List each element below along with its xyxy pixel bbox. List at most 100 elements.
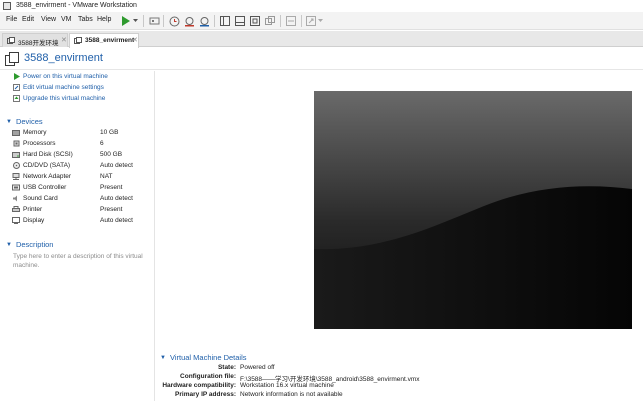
- device-value: Present: [100, 184, 123, 191]
- device-row-sound-card[interactable]: Sound Card Auto detect: [12, 193, 152, 204]
- vm-icon: [5, 52, 19, 66]
- upgrade-icon: [13, 95, 20, 102]
- device-name: Display: [23, 217, 45, 224]
- tab-label: 3588_envirment: [85, 37, 135, 44]
- device-row-memory[interactable]: Memory 10 GB: [12, 127, 152, 138]
- menu-vm[interactable]: VM: [61, 16, 72, 23]
- edit-settings-action-link[interactable]: Edit virtual machine settings: [13, 84, 104, 91]
- detail-row-primary-ip: Primary IP address: Network information …: [0, 391, 643, 400]
- close-icon[interactable]: ✕: [132, 36, 138, 44]
- hard-disk-icon: [12, 151, 20, 158]
- close-icon[interactable]: ✕: [61, 36, 67, 44]
- detail-row-state: State: Powered off: [0, 364, 643, 373]
- cd-dvd-icon: [12, 162, 20, 169]
- sound-card-icon: [12, 195, 20, 202]
- menu-toolbar-bar: File Edit View VM Tabs Help: [0, 12, 643, 30]
- network-adapter-icon: [12, 173, 20, 180]
- device-value: Present: [100, 206, 123, 213]
- vm-screen-thumbnail[interactable]: [314, 91, 632, 329]
- vmware-app-icon: [3, 2, 11, 10]
- device-row-display[interactable]: Display Auto detect: [12, 215, 152, 226]
- vm-name-title: 3588_envirment: [24, 52, 103, 64]
- action-label: Edit virtual machine settings: [23, 84, 104, 91]
- device-row-printer[interactable]: Printer Present: [12, 204, 152, 215]
- section-title: Virtual Machine Details: [169, 353, 247, 362]
- collapse-caret-icon: ▼: [160, 354, 166, 361]
- window-title: 3588_envirment - VMware Workstation: [16, 2, 137, 9]
- detail-value: Network information is not available: [240, 391, 343, 398]
- device-name: USB Controller: [23, 184, 67, 191]
- show-library-icon[interactable]: [219, 15, 231, 27]
- dropdown-icon[interactable]: [132, 15, 139, 27]
- title-bar: 3588_envirment - VMware Workstation: [0, 0, 643, 12]
- unity-icon[interactable]: [264, 15, 276, 27]
- collapse-caret-icon: ▼: [6, 118, 12, 125]
- usb-controller-icon: [12, 184, 20, 191]
- processor-icon: [12, 140, 20, 147]
- detail-key: Hardware compatibility:: [162, 382, 236, 389]
- device-name: Sound Card: [23, 195, 58, 202]
- action-label: Power on this virtual machine: [23, 73, 108, 80]
- device-row-usb-controller[interactable]: USB Controller Present: [12, 182, 152, 193]
- vm-details-section-header[interactable]: ▼ Virtual Machine Details: [160, 353, 247, 362]
- section-title: Description: [15, 240, 54, 249]
- toolbar-separator: [214, 15, 215, 27]
- device-row-hard-disk[interactable]: Hard Disk (SCSI) 500 GB: [12, 149, 152, 160]
- power-on-action-link[interactable]: Power on this virtual machine: [13, 73, 108, 80]
- device-row-processors[interactable]: Processors 6: [12, 138, 152, 149]
- toolbar-separator: [143, 15, 144, 27]
- menu-edit[interactable]: Edit: [22, 16, 34, 23]
- tab-3588-envirment[interactable]: 3588_envirment ✕: [69, 33, 139, 48]
- vm-icon: [74, 37, 82, 44]
- display-icon: [12, 217, 20, 224]
- device-value: 6: [100, 140, 104, 147]
- console-view-icon[interactable]: [285, 15, 297, 27]
- device-row-cd-dvd[interactable]: CD/DVD (SATA) Auto detect: [12, 160, 152, 171]
- detail-key: Configuration file:: [180, 373, 236, 380]
- tab-3588-dev-env[interactable]: 3588开发环境 ✕: [2, 33, 68, 47]
- upgrade-action-link[interactable]: Upgrade this virtual machine: [13, 95, 105, 102]
- section-title: Devices: [15, 117, 43, 126]
- dropdown-icon[interactable]: [317, 15, 324, 27]
- printer-icon: [12, 206, 20, 213]
- snapshot-icon[interactable]: [168, 15, 180, 27]
- device-value: Auto detect: [100, 195, 133, 202]
- stretch-guest-icon[interactable]: [305, 15, 317, 27]
- device-value: Auto detect: [100, 162, 133, 169]
- vm-summary-left-pane: Power on this virtual machine Edit virtu…: [0, 71, 155, 401]
- vm-header: 3588_envirment: [0, 48, 643, 70]
- device-name: Network Adapter: [23, 173, 72, 180]
- device-name: Printer: [23, 206, 43, 213]
- description-section-header[interactable]: ▼ Description: [6, 240, 53, 249]
- menu-tabs[interactable]: Tabs: [78, 16, 93, 23]
- memory-icon: [12, 129, 20, 136]
- device-name: CD/DVD (SATA): [23, 162, 71, 169]
- device-row-network-adapter[interactable]: Network Adapter NAT: [12, 171, 152, 182]
- tab-label: 3588开发环境: [18, 40, 59, 47]
- thumbnail-bar-icon[interactable]: [234, 15, 246, 27]
- device-name: Processors: [23, 140, 56, 147]
- revert-snapshot-icon[interactable]: [183, 15, 195, 27]
- description-input[interactable]: Type here to enter a description of this…: [13, 252, 143, 270]
- play-icon: [13, 73, 20, 80]
- send-ctrl-alt-del-icon[interactable]: [148, 15, 160, 27]
- toolbar-separator: [301, 15, 302, 27]
- detail-value: Powered off: [240, 364, 275, 371]
- menu-view[interactable]: View: [41, 16, 56, 23]
- snapshot-manager-icon[interactable]: [198, 15, 210, 27]
- power-on-icon[interactable]: [120, 15, 131, 27]
- detail-row-hardware-compatibility: Hardware compatibility: Workstation 16.x…: [0, 382, 643, 391]
- toolbar-separator: [163, 15, 164, 27]
- detail-key: Primary IP address:: [175, 391, 236, 398]
- vm-preview-right-pane: ▼ Virtual Machine Details: [156, 71, 643, 401]
- full-screen-icon[interactable]: [249, 15, 261, 27]
- device-value: NAT: [100, 173, 113, 180]
- device-name: Hard Disk (SCSI): [23, 151, 73, 158]
- toolbar-separator: [280, 15, 281, 27]
- vm-icon: [7, 37, 15, 44]
- edit-settings-icon: [13, 84, 20, 91]
- menu-file[interactable]: File: [6, 16, 17, 23]
- device-value: Auto detect: [100, 217, 133, 224]
- devices-section-header[interactable]: ▼ Devices: [6, 117, 43, 126]
- menu-help[interactable]: Help: [97, 16, 111, 23]
